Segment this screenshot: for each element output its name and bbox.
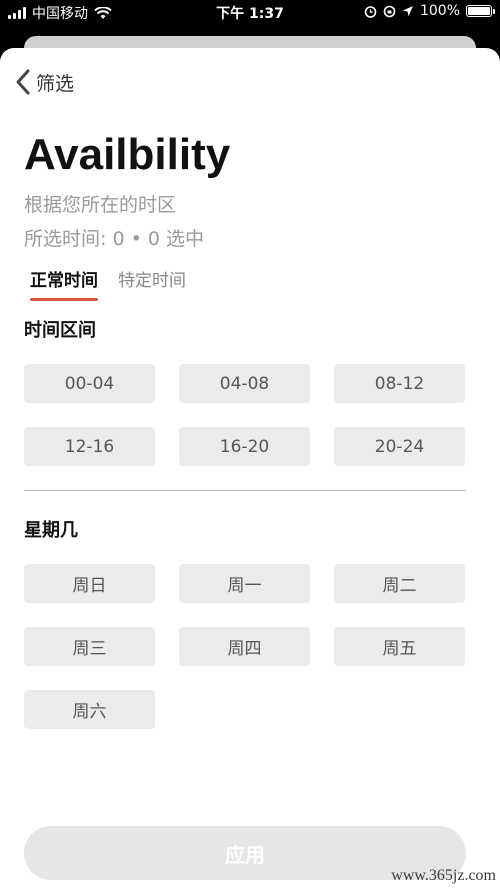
weekday-chip-friday[interactable]: 周五	[334, 627, 465, 666]
battery-fill	[468, 7, 490, 15]
time-chip-04-08[interactable]: 04-08	[179, 364, 310, 403]
back-button[interactable]: 筛选	[14, 68, 74, 96]
time-chip-20-24[interactable]: 20-24	[334, 427, 465, 466]
weekday-grid: 周日 周一 周二 周三 周四 周五 周六	[24, 564, 466, 729]
status-bar: 中国移动 下午 1:37 100%	[0, 0, 500, 24]
tab-specific-time[interactable]: 特定时间	[118, 266, 186, 291]
tab-label: 正常时间	[30, 271, 98, 291]
time-range-heading: 时间区间	[24, 320, 96, 341]
battery-icon	[466, 5, 495, 17]
weekday-chip-sunday[interactable]: 周日	[24, 564, 155, 603]
selected-summary: 所选时间: 0 • 0 选中	[24, 228, 204, 250]
weekday-chip-saturday[interactable]: 周六	[24, 690, 155, 729]
watermark: www.365jz.com	[391, 867, 496, 884]
weekday-chip-tuesday[interactable]: 周二	[334, 564, 465, 603]
alarm-icon	[364, 5, 377, 18]
time-chip-08-12[interactable]: 08-12	[334, 364, 465, 403]
tab-normal-time[interactable]: 正常时间	[30, 266, 98, 301]
page-title: Availbility	[24, 130, 231, 179]
timezone-note: 根据您所在的时区	[24, 194, 177, 216]
location-icon	[402, 6, 413, 16]
chevron-left-icon	[16, 69, 30, 95]
status-right: 100%	[364, 3, 495, 19]
tab-bar: 正常时间 特定时间	[30, 266, 186, 301]
back-label: 筛选	[36, 72, 75, 95]
tab-active-indicator	[30, 298, 98, 301]
time-chip-12-16[interactable]: 12-16	[24, 427, 155, 466]
weekday-chip-thursday[interactable]: 周四	[179, 627, 310, 666]
weekday-chip-monday[interactable]: 周一	[179, 564, 310, 603]
tab-label: 特定时间	[118, 271, 186, 291]
filter-sheet: 筛选 Availbility 根据您所在的时区 所选时间: 0 • 0 选中 正…	[0, 48, 500, 889]
rotation-lock-icon	[383, 5, 396, 17]
section-divider	[24, 490, 466, 491]
time-range-grid: 00-04 04-08 08-12 12-16 16-20 20-24	[24, 364, 466, 466]
time-chip-16-20[interactable]: 16-20	[179, 427, 310, 466]
battery-percent: 100%	[419, 3, 460, 19]
weekday-chip-wednesday[interactable]: 周三	[24, 627, 155, 666]
time-chip-00-04[interactable]: 00-04	[24, 364, 155, 403]
weekday-heading: 星期几	[24, 520, 78, 541]
